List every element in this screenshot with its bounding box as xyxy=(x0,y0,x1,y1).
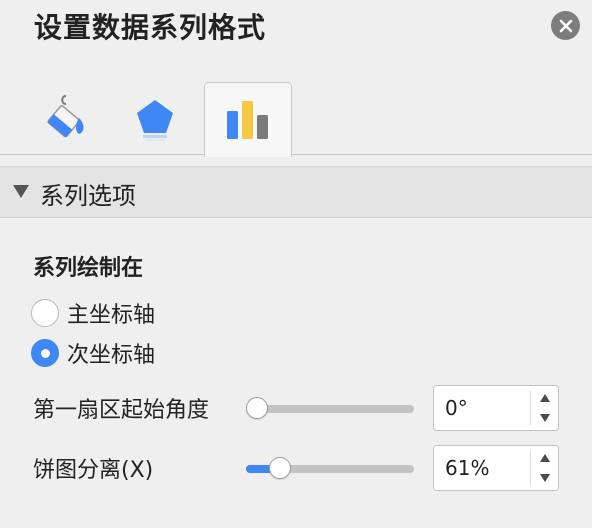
primary-axis-option[interactable]: 主坐标轴 xyxy=(31,297,155,329)
first-slice-angle-value[interactable]: 0° xyxy=(445,396,468,420)
primary-axis-radio[interactable] xyxy=(31,299,59,327)
pie-explosion-label: 饼图分离(X) xyxy=(33,458,154,483)
secondary-axis-option[interactable]: 次坐标轴 xyxy=(31,337,155,369)
pie-explosion-thumb[interactable] xyxy=(268,457,291,479)
tab-effects[interactable] xyxy=(112,82,198,154)
pie-explosion-value[interactable]: 61% xyxy=(445,456,489,480)
first-slice-angle-thumb[interactable] xyxy=(246,397,268,419)
section-label: 系列选项 xyxy=(40,182,136,210)
pie-explosion-slider[interactable] xyxy=(246,457,414,479)
chevron-up-icon xyxy=(540,454,550,462)
pane-title: 设置数据系列格式 xyxy=(34,11,267,44)
stepper-divider xyxy=(530,450,531,486)
pie-explosion-stepper[interactable]: 61% xyxy=(433,445,559,491)
pentagon-icon xyxy=(137,100,173,141)
first-slice-angle-decrement[interactable] xyxy=(532,408,558,428)
pie-explosion-decrement[interactable] xyxy=(532,468,558,488)
tab-fill-line[interactable] xyxy=(22,82,108,154)
first-slice-angle-label: 第一扇区起始角度 xyxy=(33,398,210,423)
secondary-axis-radio[interactable] xyxy=(31,339,59,367)
paint-bucket-icon xyxy=(47,95,84,138)
bar-chart-icon xyxy=(227,101,268,139)
stepper-divider xyxy=(530,390,531,426)
format-data-series-pane: 设置数据系列格式 系列选项 系列绘制在 主坐标轴 次坐标轴 第一扇区起始角度 0… xyxy=(0,0,592,528)
chevron-up-icon xyxy=(540,394,550,402)
primary-axis-label: 主坐标轴 xyxy=(67,303,156,328)
plot-series-on-heading: 系列绘制在 xyxy=(33,256,144,281)
close-icon xyxy=(559,19,572,32)
first-slice-angle-increment[interactable] xyxy=(532,388,558,408)
first-slice-angle-stepper[interactable]: 0° xyxy=(433,385,559,431)
close-button[interactable] xyxy=(551,11,580,40)
secondary-axis-label: 次坐标轴 xyxy=(67,343,156,368)
tab-series-options[interactable] xyxy=(204,82,292,157)
series-options-section-header[interactable]: 系列选项 xyxy=(0,166,592,218)
chevron-down-icon xyxy=(540,474,550,482)
disclosure-triangle-icon xyxy=(13,185,29,198)
chevron-down-icon xyxy=(540,414,550,422)
pie-explosion-increment[interactable] xyxy=(532,448,558,468)
first-slice-angle-slider[interactable] xyxy=(246,397,414,419)
tabs-divider xyxy=(0,154,592,155)
